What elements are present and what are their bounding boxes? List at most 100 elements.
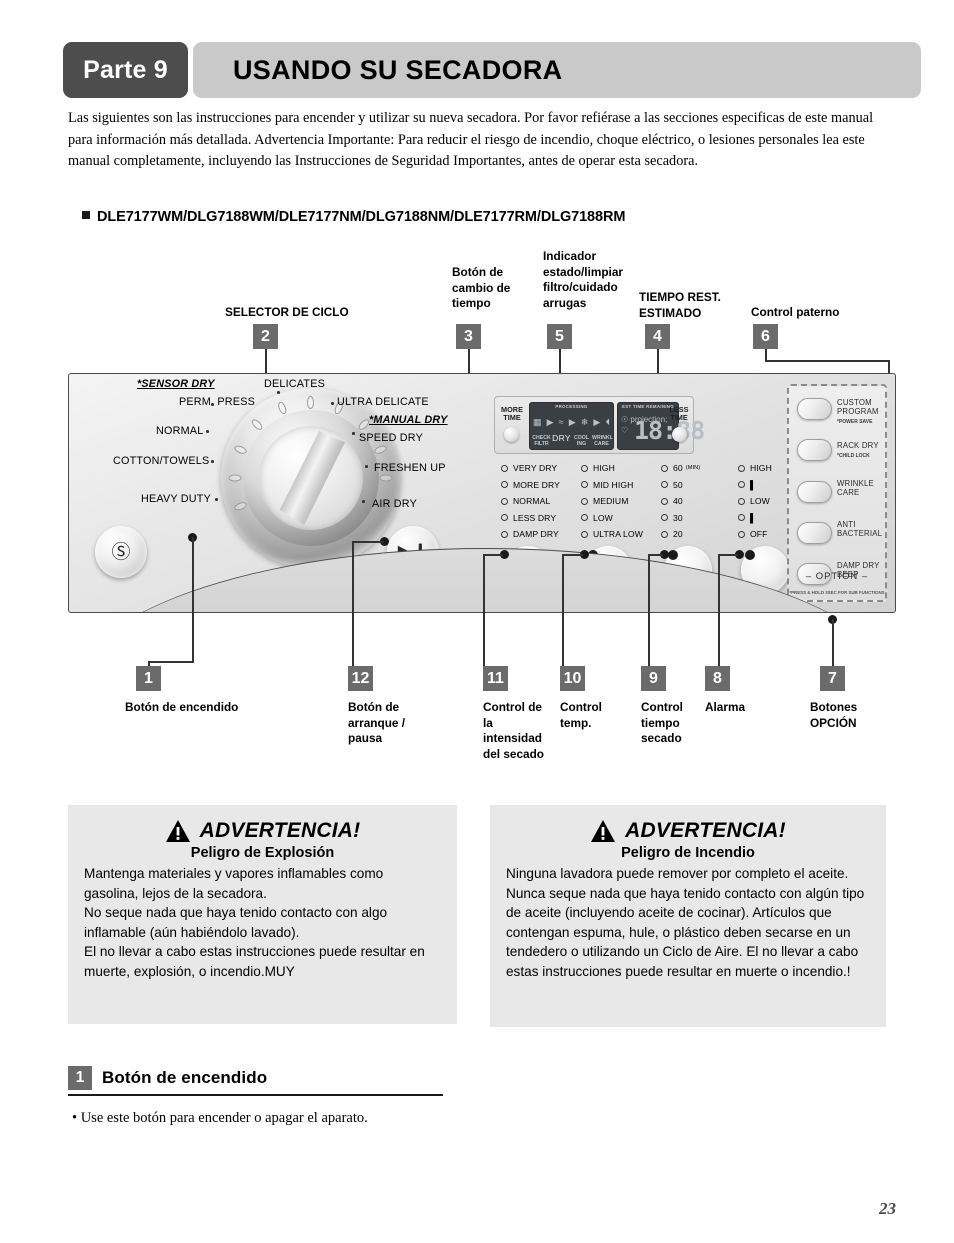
leader-line-1a [192, 537, 194, 662]
radio-indicator [738, 530, 745, 538]
cycle-label-delicates: DELICATES [264, 378, 325, 390]
callout-number-4: 4 [645, 324, 670, 349]
callout-number-5: 5 [547, 324, 572, 349]
callout-label-11: Control de la intensidad del secado [483, 700, 544, 761]
step-cooling: COOL ING [574, 435, 589, 447]
wrinkle-care-button[interactable] [797, 481, 832, 503]
radio-indicator [661, 481, 668, 489]
time-dry-unit: (MIN) [685, 465, 701, 472]
callout-label-1: Botón de encendido [125, 700, 239, 714]
matrix-row[interactable]: 20 [661, 526, 700, 543]
option-label-text: ANTI BACTERIAL [837, 520, 883, 538]
wrinkle-care-label: WRINKLE CARE [837, 479, 885, 497]
warning-body: Ninguna lavadora puede remover por compl… [506, 866, 865, 979]
section-title: Botón de encendido [102, 1068, 268, 1087]
matrix-label: ULTRA LOW [593, 529, 643, 540]
leader-line-9b [648, 554, 650, 666]
more-time-label: MORE TIME [501, 405, 523, 423]
matrix-row[interactable]: ULTRA LOW [581, 526, 643, 543]
cycle-tick-dot [277, 391, 280, 394]
knob-pointer [668, 550, 678, 560]
less-time-button[interactable] [672, 427, 687, 442]
matrix-row[interactable]: MID HIGH [581, 477, 643, 494]
radio-indicator [738, 464, 745, 472]
callout-label-3: Botón de cambio de tiempo [452, 265, 511, 310]
matrix-row[interactable]: 50 [661, 477, 700, 494]
section-power-button: 1 Botón de encendido [68, 1066, 443, 1096]
callout-number-12: 12 [348, 666, 373, 691]
matrix-row[interactable]: DAMP DRY [501, 526, 560, 543]
iron-icon: ⏴ [605, 416, 610, 427]
matrix-row[interactable]: LESS DRY [501, 510, 560, 527]
arrow-icon: ▶ [546, 416, 554, 427]
section-number: 1 [68, 1066, 92, 1090]
warning-header: ADVERTENCIA! [84, 819, 441, 843]
matrix-row[interactable]: MORE DRY [501, 477, 560, 494]
volume-mid-icon: ▌ [750, 479, 757, 490]
processing-display: PROCESSING ▦ ▶ ≈ ▶ ❄ ▶ ⏴ CHECK FILTR DRY… [529, 402, 614, 450]
radio-indicator [738, 481, 745, 489]
warning-body: Mantenga materiales y vapores inflamable… [84, 866, 425, 979]
callout-label-8: Alarma [705, 700, 745, 714]
intro-paragraph: Las siguientes son las instrucciones par… [68, 110, 874, 169]
warning-triangle-icon [165, 820, 190, 842]
volume-low-icon: ▌ [750, 512, 757, 523]
cycle-label-normal: NORMAL [156, 425, 204, 437]
custom-program-button[interactable] [797, 398, 832, 420]
matrix-row[interactable]: LOW [581, 510, 643, 527]
matrix-row[interactable]: 60 (MIN) [661, 460, 700, 477]
matrix-row[interactable]: HIGH [738, 460, 772, 477]
matrix-label: 60 [673, 463, 683, 474]
step-dry: DRY [552, 433, 571, 444]
rack-dry-button[interactable] [797, 439, 832, 461]
matrix-row[interactable]: ▌ [738, 477, 772, 494]
matrix-row[interactable]: LOW [738, 493, 772, 510]
title-bar: USANDO SU SECADORA [193, 42, 921, 98]
radio-indicator [501, 497, 508, 505]
matrix-label: 50 [673, 479, 683, 490]
cooling-icon: ❄ [580, 416, 589, 427]
option-panel: CUSTOM PROGRAM *POWER SAVE RACK DRY *CHI… [787, 384, 887, 602]
matrix-label: LOW [593, 512, 613, 523]
radio-indicator [581, 530, 588, 538]
matrix-row[interactable]: VERY DRY [501, 460, 560, 477]
matrix-label: MORE DRY [513, 479, 560, 490]
cycle-label-freshen-up: FRESHEN UP [374, 462, 446, 474]
cycle-tick-dot [215, 498, 218, 501]
heat-waves-icon: ≈ [558, 417, 564, 427]
arrow-icon: ▶ [593, 416, 601, 427]
matrix-label: 20 [673, 529, 683, 540]
leader-line-1b [148, 661, 194, 663]
leader-line-6b [765, 360, 890, 362]
cycle-tick-dot [211, 460, 214, 463]
cycle-tick-dot [352, 432, 355, 435]
matrix-label: VERY DRY [513, 463, 558, 474]
matrix-row[interactable]: HIGH [581, 460, 643, 477]
beeper-column: HIGH ▌ LOW ▌ OFF [738, 460, 772, 543]
callout-label-7: Botones OPCIÓN [810, 700, 858, 730]
matrix-row[interactable]: 30 [661, 510, 700, 527]
model-list: DLE7177WM/DLG7188WM/DLE7177NM/DLG7188NM/… [82, 209, 625, 225]
matrix-row[interactable]: OFF [738, 526, 772, 543]
anti-bacterial-button[interactable] [797, 522, 832, 544]
option-label-text: CUSTOM PROGRAM [837, 398, 879, 416]
radio-indicator [501, 514, 508, 522]
matrix-row[interactable]: 40 [661, 493, 700, 510]
processing-caption: PROCESSING [555, 404, 588, 409]
part-tag: Parte 9 [63, 42, 188, 98]
matrix-row[interactable]: NORMAL [501, 493, 560, 510]
arrow-icon: ▶ [568, 416, 576, 427]
power-button[interactable]: Ⓢ [95, 526, 147, 578]
page-header: Parte 9 USANDO SU SECADORA [63, 42, 921, 98]
option-label-text: RACK DRY [837, 441, 879, 450]
leader-line-9a [648, 554, 663, 556]
warning-box-fire: ADVERTENCIA! Peligro de Incendio Ninguna… [490, 805, 886, 1027]
callout-number-3: 3 [456, 324, 481, 349]
matrix-row[interactable]: ▌ [738, 510, 772, 527]
callout-number-7: 7 [820, 666, 845, 691]
more-time-button[interactable] [504, 427, 519, 442]
step-check-filter: CHECK FILTR [532, 435, 551, 447]
matrix-row[interactable]: MEDIUM [581, 493, 643, 510]
matrix-label: DAMP DRY [513, 529, 559, 540]
matrix-label: HIGH [593, 463, 615, 474]
